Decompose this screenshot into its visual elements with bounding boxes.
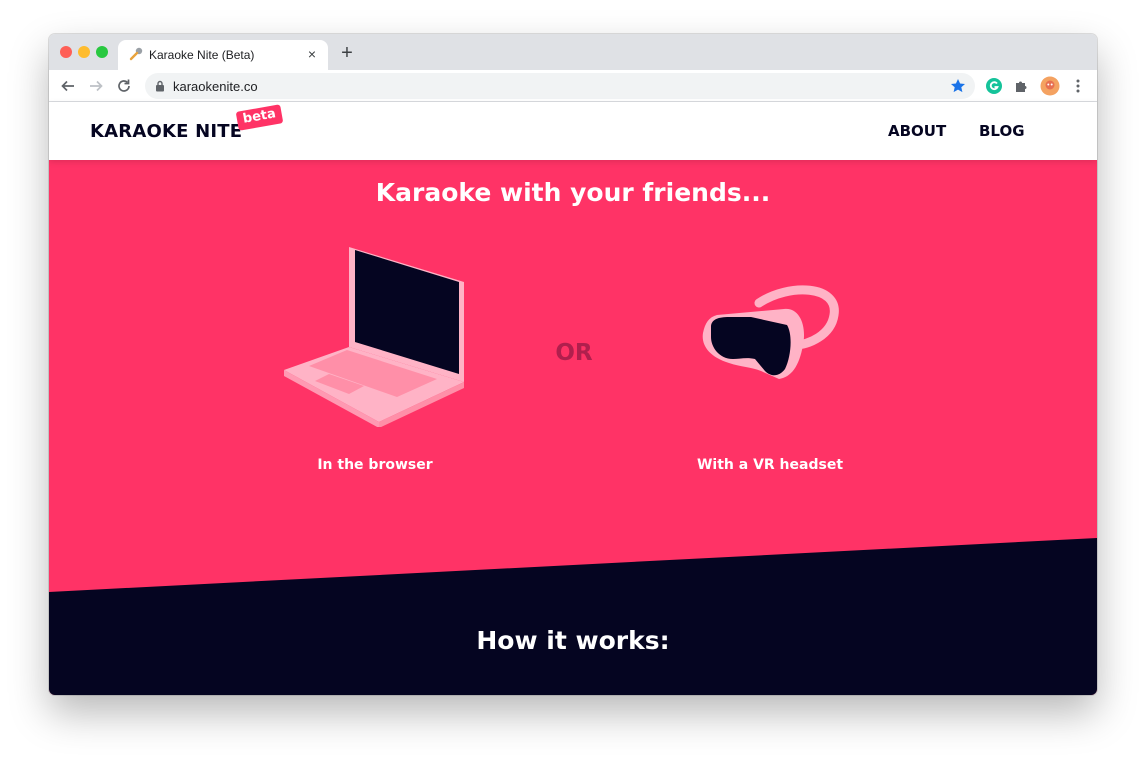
new-tab-button[interactable]: + (337, 43, 357, 63)
grammarly-icon[interactable] (985, 77, 1003, 95)
maximize-window-button[interactable] (96, 46, 108, 58)
beta-badge: beta (235, 104, 284, 131)
hero-section: Karaoke with your friends... OR In the b… (49, 160, 1097, 695)
microphone-icon (129, 47, 143, 61)
browser-tab[interactable]: Karaoke Nite (Beta) × (118, 40, 328, 70)
more-menu-icon[interactable] (1069, 77, 1087, 95)
close-tab-icon[interactable]: × (304, 46, 320, 62)
laptop-illustration-icon (284, 247, 464, 427)
tab-strip: Karaoke Nite (Beta) × + (49, 34, 1097, 70)
dark-diagonal-band (49, 538, 1097, 695)
lock-icon (156, 80, 164, 92)
back-arrow-icon[interactable] (59, 77, 77, 95)
tab-title: Karaoke Nite (Beta) (149, 48, 255, 62)
reload-icon[interactable] (115, 77, 133, 95)
option-vr-label: With a VR headset (696, 457, 844, 473)
site-header: KARAOKE NITE beta ABOUT BLOG (49, 102, 1097, 160)
minimize-window-button[interactable] (78, 46, 90, 58)
nav-blog-link[interactable]: BLOG (979, 122, 1025, 140)
extensions-puzzle-icon[interactable] (1013, 77, 1031, 95)
or-divider: OR (555, 340, 593, 366)
forward-arrow-icon[interactable] (87, 77, 105, 95)
bookmark-star-icon[interactable] (949, 77, 967, 95)
hero-title: Karaoke with your friends... (375, 178, 771, 207)
nav-about-link[interactable]: ABOUT (888, 122, 946, 140)
browser-toolbar: karaokenite.co (49, 70, 1097, 102)
close-window-button[interactable] (60, 46, 72, 58)
browser-window: Karaoke Nite (Beta) × + karaokenite.co K… (49, 34, 1097, 695)
how-it-works-title: How it works: (476, 626, 670, 655)
url-text: karaokenite.co (173, 79, 258, 94)
website: KARAOKE NITE beta ABOUT BLOG Karaoke wit… (49, 102, 1097, 695)
site-logo[interactable]: KARAOKE NITE (90, 121, 242, 142)
option-browser-label: In the browser (317, 457, 433, 473)
profile-avatar-icon[interactable] (1040, 76, 1060, 96)
address-bar[interactable]: karaokenite.co (145, 73, 975, 99)
vr-headset-illustration-icon (702, 285, 839, 379)
